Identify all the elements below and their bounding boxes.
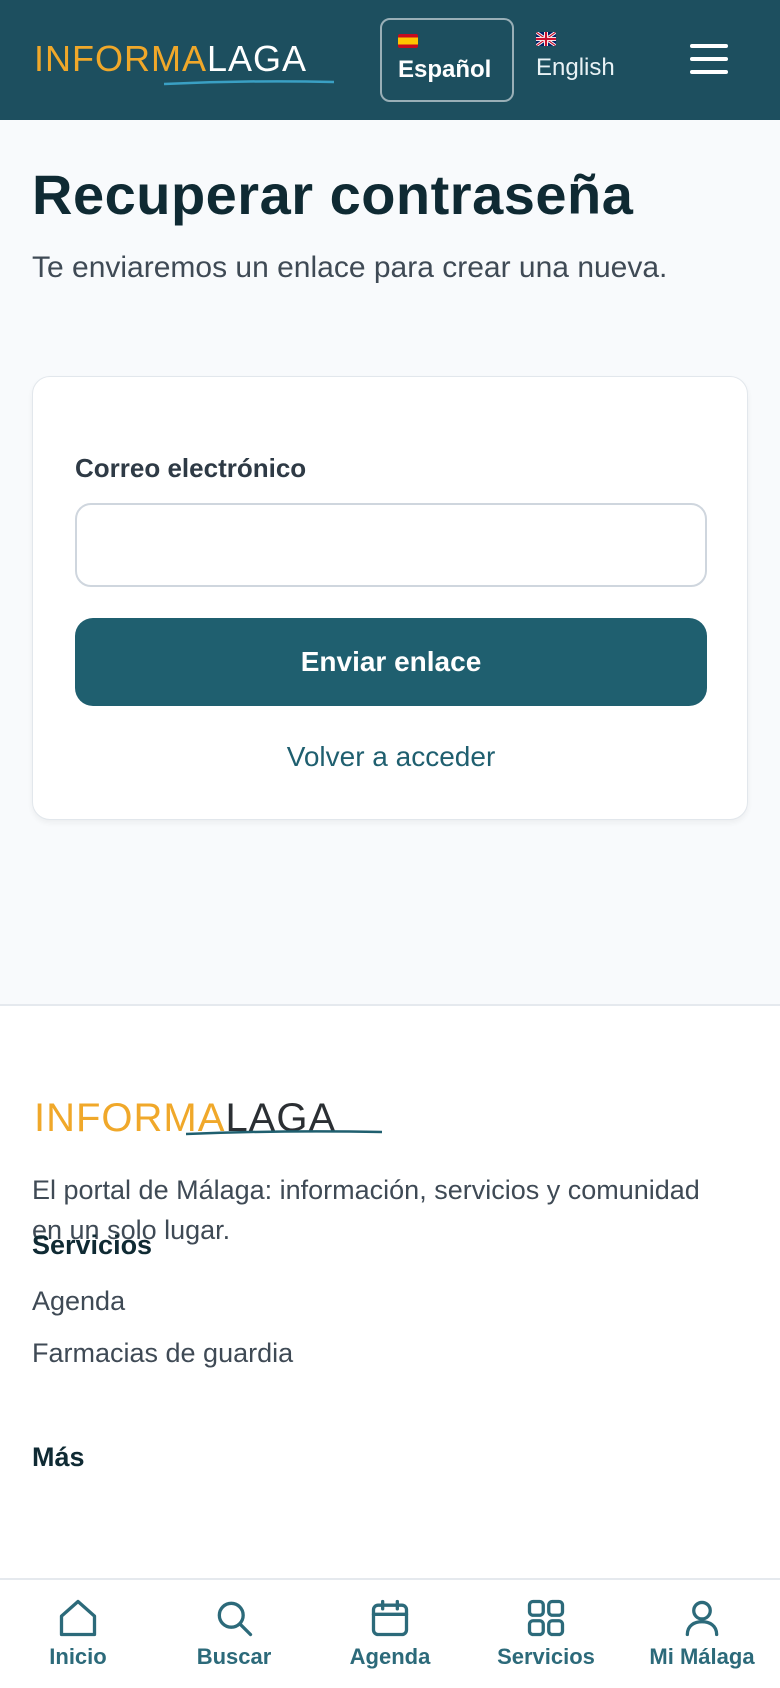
logo-text-part1: INFORMA [34, 38, 207, 79]
uk-flag-icon [536, 32, 556, 46]
nav-item-buscar[interactable]: Buscar [156, 1580, 312, 1688]
logo-swoosh-icon [164, 80, 334, 86]
search-icon [217, 1601, 253, 1637]
bottom-nav: Inicio Buscar Agenda Servicios Mi Málaga [0, 1578, 780, 1688]
nav-label-inicio: Inicio [49, 1644, 107, 1669]
send-link-button[interactable]: Enviar enlace [75, 618, 707, 706]
page-subtitle: Te enviaremos un enlace para crear una n… [32, 251, 668, 284]
nav-item-inicio[interactable]: Inicio [0, 1580, 156, 1688]
grid-icon [527, 1599, 565, 1637]
email-field-label: Correo electrónico [75, 453, 307, 483]
site-footer: INFORMALAGA El portal de Málaga: informa… [0, 1004, 780, 1578]
spain-flag-icon [398, 34, 418, 48]
nav-label-mi-malaga: Mi Málaga [649, 1644, 755, 1669]
nav-label-buscar: Buscar [196, 1644, 272, 1669]
nav-label-servicios: Servicios [497, 1644, 595, 1669]
logo-text-part2: LAGA [207, 38, 308, 79]
language-label-es: Español [398, 56, 492, 83]
user-icon [685, 1600, 719, 1637]
nav-item-mi-malaga[interactable]: Mi Málaga [624, 1580, 780, 1688]
home-icon [59, 1599, 97, 1637]
password-reset-card: Correo electrónico Enviar enlace Volver … [32, 376, 748, 820]
language-label-en: English [536, 54, 615, 81]
page-title: Recuperar contraseña [32, 163, 634, 226]
hamburger-menu-icon[interactable] [690, 44, 728, 74]
footer-link-farmacias[interactable]: Farmacias de guardia [32, 1338, 293, 1369]
menu-bar [690, 70, 728, 74]
email-field[interactable] [75, 503, 707, 587]
footer-logo-swoosh-icon [186, 1130, 382, 1136]
calendar-icon [371, 1599, 409, 1637]
footer-heading-servicios: Servicios [32, 1230, 153, 1260]
site-logo[interactable]: INFORMALAGA [34, 38, 307, 80]
nav-item-agenda[interactable]: Agenda [312, 1580, 468, 1688]
app-header: INFORMALAGA Español English [0, 0, 780, 120]
language-button-es[interactable]: Español [380, 18, 514, 102]
nav-item-servicios[interactable]: Servicios [468, 1580, 624, 1688]
footer-heading-mas: Más [32, 1442, 85, 1472]
footer-link-agenda[interactable]: Agenda [32, 1286, 125, 1317]
menu-bar [690, 57, 728, 61]
nav-label-agenda: Agenda [349, 1644, 431, 1669]
language-button-en[interactable]: English [536, 18, 636, 102]
menu-bar [690, 44, 728, 48]
back-to-login-link[interactable]: Volver a acceder [33, 741, 749, 773]
